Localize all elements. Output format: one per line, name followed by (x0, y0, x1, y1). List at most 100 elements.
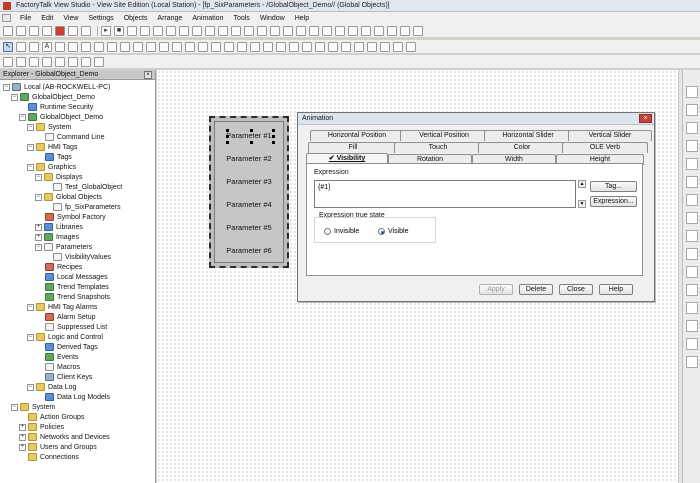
radio-visible[interactable]: Visible (378, 228, 409, 235)
paste-icon[interactable] (153, 25, 163, 36)
collapse-icon[interactable]: − (3, 83, 10, 91)
tree-item[interactable]: Derived Tags (45, 342, 98, 352)
selection-handle[interactable] (272, 135, 275, 138)
palette-swatch[interactable] (686, 104, 698, 116)
string-display-icon[interactable] (211, 41, 221, 52)
tree-item[interactable]: Command Line (45, 132, 104, 142)
collapse-icon[interactable]: − (35, 193, 42, 201)
gauge-icon[interactable] (237, 41, 247, 52)
scale-icon[interactable] (328, 41, 338, 52)
arrow-icon[interactable] (315, 41, 325, 52)
parameter-group-object[interactable]: Parameter #1 Parameter #2 Parameter #3 P… (209, 116, 289, 268)
scroll-down-icon[interactable]: ▼ (578, 200, 586, 208)
ungroup-icon[interactable] (218, 25, 228, 36)
collapse-icon[interactable]: − (27, 143, 34, 151)
align-right-icon[interactable] (283, 25, 293, 36)
parameter-label-2[interactable]: Parameter #2 (215, 154, 283, 163)
selection-handle[interactable] (226, 129, 229, 132)
navigation-icon[interactable] (354, 41, 364, 52)
expand-icon[interactable]: + (19, 443, 26, 451)
spacing-icon[interactable] (16, 56, 26, 67)
wedge-icon[interactable] (146, 41, 156, 52)
tree-item[interactable]: + Networks and Devices (19, 432, 110, 442)
tree-item[interactable]: − Parameters (35, 242, 92, 252)
tree-item[interactable]: − Local (AB-ROCKWELL-PC) (3, 82, 110, 92)
tree-item[interactable]: − GlobalObject_Demo (19, 112, 103, 122)
tree-item[interactable]: Trend Snapshots (45, 292, 110, 302)
radio-invisible[interactable]: Invisible (324, 228, 359, 235)
tree-item[interactable]: − Global Objects (35, 192, 102, 202)
rotate-icon[interactable] (16, 41, 26, 52)
expand-icon[interactable]: + (35, 223, 42, 231)
selection-handle[interactable] (272, 129, 275, 132)
image-icon[interactable] (159, 41, 169, 52)
test-display-icon[interactable] (413, 25, 423, 36)
tree-item[interactable]: Macros (45, 362, 80, 372)
bring-front-icon[interactable] (231, 25, 241, 36)
tab-vertical-position[interactable]: Vertical Position (400, 130, 488, 141)
collapse-icon[interactable]: − (19, 113, 26, 121)
tab-horizontal-position[interactable]: Horizontal Position (310, 130, 404, 141)
center-icon[interactable] (81, 56, 91, 67)
print-icon[interactable] (42, 25, 52, 36)
cut-icon[interactable] (127, 25, 137, 36)
recipe-icon[interactable] (341, 41, 351, 52)
tag-button[interactable]: Tag... (590, 181, 637, 192)
collapse-icon[interactable]: − (27, 303, 34, 311)
collapse-icon[interactable]: − (27, 383, 34, 391)
palette-swatch[interactable] (686, 86, 698, 98)
tree-item[interactable]: Data Log Models (45, 392, 110, 402)
menu-window[interactable]: Window (255, 15, 290, 22)
stop-square-icon[interactable]: ■ (114, 25, 124, 36)
tree-item[interactable]: − Displays (35, 172, 82, 182)
palette-swatch[interactable] (686, 212, 698, 224)
numeric-display-icon[interactable] (198, 41, 208, 52)
radio-circle-selected[interactable] (378, 228, 385, 235)
tree-item[interactable]: − Logic and Control (27, 332, 103, 342)
tree-item[interactable]: − Data Log (27, 382, 76, 392)
flip-vertical-icon[interactable] (42, 56, 52, 67)
menu-file[interactable]: File (15, 15, 36, 22)
collapse-icon[interactable]: − (11, 403, 18, 411)
save-icon[interactable] (29, 25, 39, 36)
tab-touch[interactable]: Touch (394, 142, 482, 153)
grid-icon[interactable] (361, 25, 371, 36)
refresh-icon[interactable] (68, 25, 78, 36)
tree-item[interactable]: Events (45, 352, 78, 362)
copy-icon[interactable] (140, 25, 150, 36)
radio-circle[interactable] (324, 228, 331, 235)
tree-item[interactable]: − System (11, 402, 55, 412)
nudge-icon[interactable] (55, 56, 65, 67)
collapse-icon[interactable]: − (11, 93, 18, 101)
tree-item[interactable]: Client Keys (45, 372, 92, 382)
align-top-icon[interactable] (296, 25, 306, 36)
flip-horizontal-icon[interactable] (29, 56, 39, 67)
parameter-label-6[interactable]: Parameter #6 (215, 246, 283, 255)
help-icon[interactable] (81, 25, 91, 36)
delete-icon[interactable] (166, 25, 176, 36)
align-left-icon[interactable] (257, 25, 267, 36)
text-icon[interactable]: A (42, 41, 52, 52)
activex-icon[interactable] (380, 41, 390, 52)
polygon-icon[interactable] (133, 41, 143, 52)
selection-handle[interactable] (250, 129, 253, 132)
tree-item[interactable]: Suppressed List (45, 322, 107, 332)
tree-item[interactable]: Trend Templates (45, 282, 109, 292)
panel-icon[interactable] (172, 41, 182, 52)
parameter-label-4[interactable]: Parameter #4 (215, 200, 283, 209)
align-bottom-icon[interactable] (322, 25, 332, 36)
tree-item[interactable]: Action Groups (28, 412, 84, 422)
close-icon[interactable]: × (639, 114, 652, 123)
tree-item[interactable]: + Users and Groups (19, 442, 97, 452)
play-icon[interactable]: ▸ (101, 25, 111, 36)
lock-icon[interactable] (94, 56, 104, 67)
align-center-icon[interactable] (270, 25, 280, 36)
menu-tools[interactable]: Tools (228, 15, 254, 22)
palette-swatch[interactable] (686, 284, 698, 296)
tab-horizontal-slider[interactable]: Horizontal Slider (484, 130, 572, 141)
tree-item[interactable]: − HMI Tags (27, 142, 77, 152)
arc-icon[interactable] (120, 41, 130, 52)
palette-swatch[interactable] (686, 248, 698, 260)
tree-item[interactable]: VisibilityValues (53, 252, 111, 262)
expression-textbox[interactable]: {#1} (314, 180, 576, 208)
